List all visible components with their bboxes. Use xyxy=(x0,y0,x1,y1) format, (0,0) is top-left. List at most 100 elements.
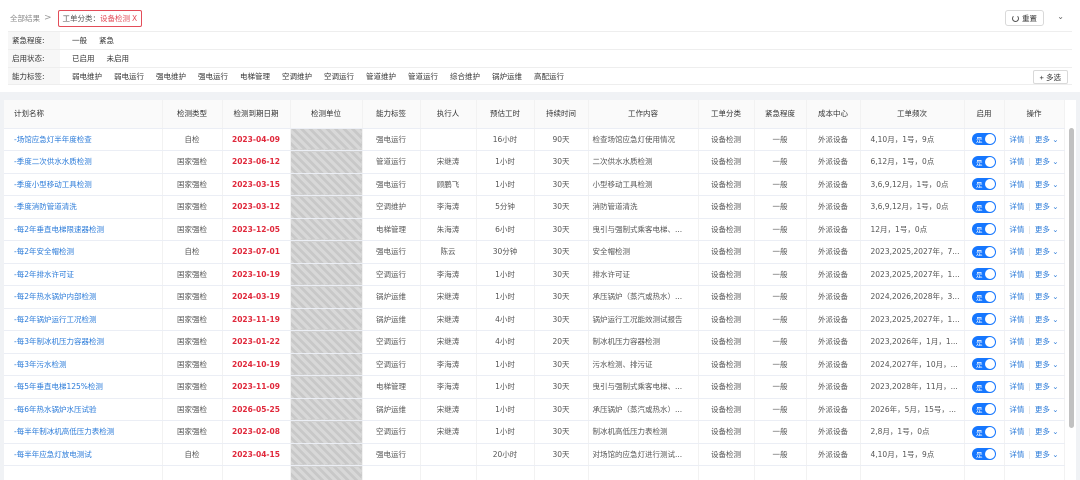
more-dropdown[interactable]: 更多 ⌄ xyxy=(1035,225,1059,234)
filter-option[interactable]: 管道维护 xyxy=(366,71,396,82)
column-header-actions[interactable]: 操作 xyxy=(1004,100,1065,129)
more-dropdown[interactable]: 更多 ⌄ xyxy=(1035,135,1059,144)
cell-name[interactable]: -每2年锅炉运行工况检测 xyxy=(4,308,163,331)
detail-link[interactable]: 详情 xyxy=(1009,270,1024,279)
detail-link[interactable]: 详情 xyxy=(1009,337,1024,346)
cell-name[interactable]: -季度小型移动工具检测 xyxy=(4,173,163,196)
column-header-skill[interactable]: 能力标签 xyxy=(362,100,421,129)
cell-name[interactable]: -每2年排水许可证 xyxy=(4,263,163,286)
filter-option[interactable]: 未启用 xyxy=(107,53,130,64)
filter-option[interactable]: 空调维护 xyxy=(282,71,312,82)
column-header-category[interactable]: 工单分类 xyxy=(698,100,755,129)
more-dropdown[interactable]: 更多 ⌄ xyxy=(1035,180,1059,189)
detail-link[interactable]: 详情 xyxy=(1009,247,1024,256)
filter-option[interactable]: 紧急 xyxy=(99,35,114,46)
more-dropdown[interactable]: 更多 ⌄ xyxy=(1035,360,1059,369)
detail-link[interactable]: 详情 xyxy=(1009,315,1024,324)
enabled-toggle[interactable]: 是 xyxy=(972,245,996,258)
cell-name[interactable]: -每2年垂直电梯限速器检测 xyxy=(4,218,163,241)
chevron-down-icon[interactable]: ⌄ xyxy=(1057,12,1064,21)
more-dropdown[interactable]: 更多 ⌄ xyxy=(1035,292,1059,301)
cell-name[interactable]: -每3年污水检测 xyxy=(4,353,163,376)
enabled-toggle[interactable]: 是 xyxy=(972,290,996,303)
column-header-executor[interactable]: 执行人 xyxy=(420,100,477,129)
enabled-toggle[interactable]: 是 xyxy=(972,155,996,168)
enabled-toggle[interactable]: 是 xyxy=(972,313,996,326)
filter-option[interactable]: 已启用 xyxy=(72,53,95,64)
enabled-toggle[interactable]: 是 xyxy=(972,133,996,146)
filter-option[interactable]: 强电运行 xyxy=(198,71,228,82)
more-dropdown[interactable]: 更多 ⌄ xyxy=(1035,315,1059,324)
column-header-content[interactable]: 工作内容 xyxy=(588,100,699,129)
filter-chip[interactable]: 工单分类：设备检测 X xyxy=(57,9,143,27)
cell-name[interactable]: -每6年热水锅炉水压试验 xyxy=(4,398,163,421)
cell-name[interactable] xyxy=(4,465,163,480)
breadcrumb-root[interactable]: 全部结果 xyxy=(10,13,40,24)
detail-link[interactable]: 详情 xyxy=(1009,202,1024,211)
enabled-toggle[interactable]: 是 xyxy=(972,223,996,236)
column-header-name[interactable]: 计划名称 xyxy=(4,100,163,129)
enabled-toggle[interactable]: 是 xyxy=(972,268,996,281)
filter-option[interactable]: 高配运行 xyxy=(534,71,564,82)
cell-name[interactable]: -每半年制冰机高低压力表检测 xyxy=(4,420,163,444)
more-dropdown[interactable]: 更多 ⌄ xyxy=(1035,405,1059,414)
column-header-type[interactable]: 检测类型 xyxy=(162,100,223,129)
reset-button[interactable]: 重置 xyxy=(1005,10,1044,26)
column-header-unit[interactable]: 检测单位 xyxy=(290,100,363,129)
detail-link[interactable]: 详情 xyxy=(1009,292,1024,301)
enabled-toggle[interactable]: 是 xyxy=(972,335,996,348)
filter-chip-close-icon[interactable]: X xyxy=(132,14,137,23)
detail-link[interactable]: 详情 xyxy=(1009,382,1024,391)
more-dropdown[interactable]: 更多 ⌄ xyxy=(1035,157,1059,166)
enabled-toggle[interactable]: 是 xyxy=(972,425,996,438)
filter-option[interactable]: 空调运行 xyxy=(324,71,354,82)
filter-option[interactable]: 电梯管理 xyxy=(240,71,270,82)
cell-name[interactable]: -每2年安全帽检测 xyxy=(4,240,163,264)
column-header-est-hours[interactable]: 预估工时 xyxy=(476,100,535,129)
more-dropdown[interactable]: 更多 ⌄ xyxy=(1035,202,1059,211)
more-dropdown[interactable]: 更多 ⌄ xyxy=(1035,450,1059,459)
filter-option[interactable]: 锅炉运维 xyxy=(492,71,522,82)
enabled-toggle[interactable]: 是 xyxy=(972,178,996,191)
filter-option[interactable]: 一般 xyxy=(72,35,87,46)
column-header-duration[interactable]: 持续时间 xyxy=(534,100,589,129)
detail-link[interactable]: 详情 xyxy=(1009,450,1024,459)
cell-name[interactable]: -每2年热水锅炉内部检测 xyxy=(4,285,163,309)
column-header-frequency[interactable]: 工单频次 xyxy=(860,100,965,129)
detail-link[interactable]: 详情 xyxy=(1009,427,1024,436)
enabled-toggle[interactable]: 是 xyxy=(972,448,996,461)
detail-link[interactable]: 详情 xyxy=(1009,405,1024,414)
enabled-toggle[interactable]: 是 xyxy=(972,200,996,213)
more-dropdown[interactable]: 更多 ⌄ xyxy=(1035,382,1059,391)
column-header-due-date[interactable]: 检测到期日期 xyxy=(222,100,291,129)
multi-select-button[interactable]: + 多选 xyxy=(1032,70,1068,84)
filter-option[interactable]: 管道运行 xyxy=(408,71,438,82)
cell-name[interactable]: -季度消防管道清洗 xyxy=(4,195,163,219)
cell-name[interactable]: -每半年应急灯放电测试 xyxy=(4,443,163,466)
more-dropdown[interactable]: 更多 ⌄ xyxy=(1035,270,1059,279)
column-header-enabled[interactable]: 启用 xyxy=(964,100,1005,129)
column-header-urgency[interactable]: 紧急程度 xyxy=(754,100,807,129)
detail-link[interactable]: 详情 xyxy=(1009,157,1024,166)
column-header-cost-center[interactable]: 成本中心 xyxy=(806,100,861,129)
more-dropdown[interactable]: 更多 ⌄ xyxy=(1035,337,1059,346)
cell-name[interactable]: -每5年垂直电梯125%检测 xyxy=(4,375,163,399)
more-dropdown[interactable]: 更多 ⌄ xyxy=(1035,247,1059,256)
cell-executor: 宋继涛 xyxy=(420,398,477,421)
more-dropdown[interactable]: 更多 ⌄ xyxy=(1035,427,1059,436)
filter-option[interactable]: 弱电运行 xyxy=(114,71,144,82)
filter-option[interactable]: 弱电维护 xyxy=(72,71,102,82)
enabled-toggle[interactable]: 是 xyxy=(972,380,996,393)
detail-link[interactable]: 详情 xyxy=(1009,180,1024,189)
vertical-scrollbar[interactable] xyxy=(1069,128,1074,428)
enabled-toggle[interactable]: 是 xyxy=(972,403,996,416)
detail-link[interactable]: 详情 xyxy=(1009,135,1024,144)
filter-option[interactable]: 综合维护 xyxy=(450,71,480,82)
detail-link[interactable]: 详情 xyxy=(1009,225,1024,234)
enabled-toggle[interactable]: 是 xyxy=(972,358,996,371)
filter-option[interactable]: 强电维护 xyxy=(156,71,186,82)
cell-name[interactable]: -季度二次供水水质检测 xyxy=(4,150,163,174)
cell-name[interactable]: -每3年制冰机压力容器检测 xyxy=(4,330,163,354)
cell-name[interactable]: -场馆应急灯半年度检查 xyxy=(4,128,163,151)
detail-link[interactable]: 详情 xyxy=(1009,360,1024,369)
